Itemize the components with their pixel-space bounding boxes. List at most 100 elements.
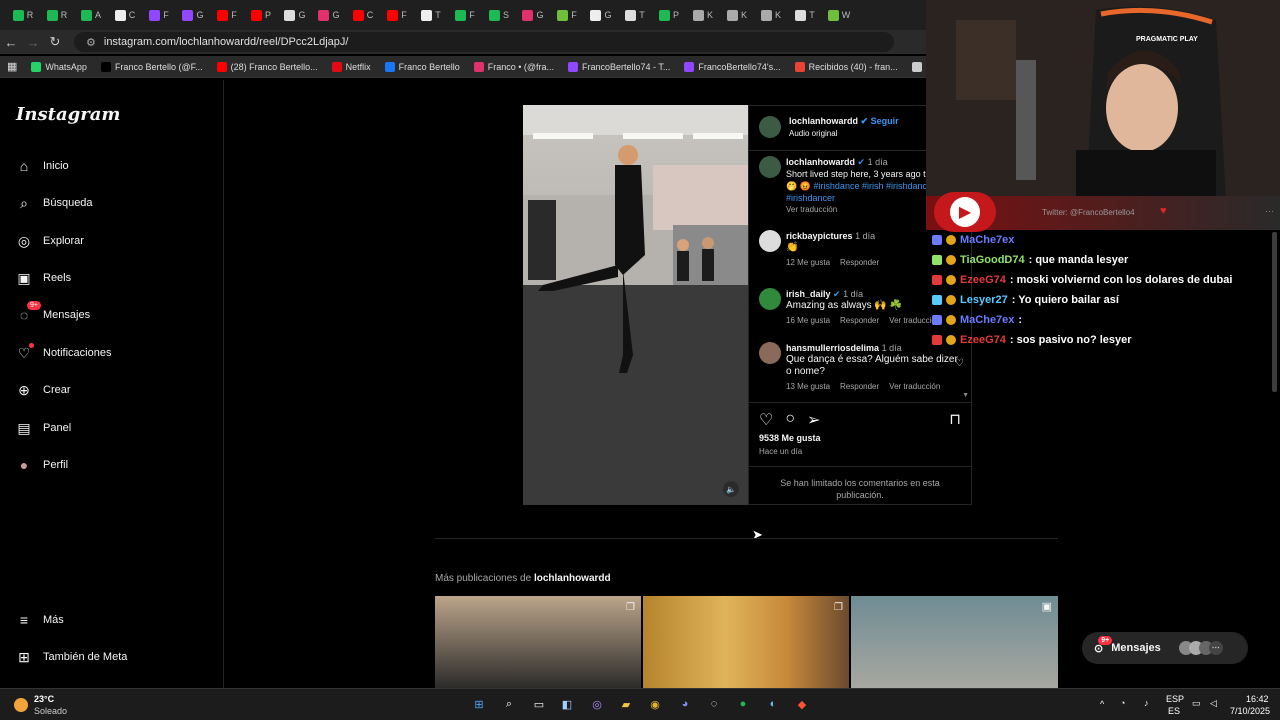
bookmark[interactable]: WhatsApp bbox=[24, 61, 94, 72]
store-icon[interactable]: ◧ bbox=[558, 695, 576, 713]
audio-link[interactable]: Audio original bbox=[789, 129, 899, 138]
comment-avatar[interactable] bbox=[759, 342, 781, 364]
chat-username[interactable]: Lesyer27 bbox=[960, 294, 1008, 306]
browser-tab[interactable]: P bbox=[244, 0, 278, 30]
network-icon[interactable]: ▭ bbox=[1192, 698, 1201, 709]
sidebar-item-perfil[interactable]: ● Perfil bbox=[16, 457, 68, 473]
reel-video[interactable]: 🔈 bbox=[523, 105, 748, 505]
reply-button[interactable]: Responder bbox=[840, 257, 879, 269]
browser-tab[interactable]: G bbox=[312, 0, 346, 30]
browser-tab[interactable]: S bbox=[482, 0, 516, 30]
author-username[interactable]: lochlanhowardd bbox=[789, 116, 858, 126]
sidebar-item-busqueda[interactable]: ⌕ Búsqueda bbox=[16, 195, 92, 211]
bookmark[interactable]: FrancoBertello74 - T... bbox=[561, 61, 677, 72]
volume-icon[interactable]: ◁ bbox=[1210, 698, 1217, 709]
mic-icon[interactable]: ♪ bbox=[1144, 698, 1149, 708]
forward-icon[interactable]: → bbox=[22, 35, 44, 50]
browser-tab[interactable]: R bbox=[6, 0, 40, 30]
sidebar-item-panel[interactable]: ▤ Panel bbox=[16, 420, 71, 436]
mute-icon[interactable]: 🔈 bbox=[723, 481, 739, 497]
author-avatar[interactable] bbox=[759, 116, 781, 138]
browser-tab[interactable]: A bbox=[74, 0, 108, 30]
browser-tab[interactable]: C bbox=[108, 0, 142, 30]
translate-button[interactable]: Ver traducción bbox=[889, 381, 940, 393]
bookmark[interactable]: Netflix bbox=[325, 61, 378, 72]
follow-button[interactable]: Seguir bbox=[871, 116, 899, 126]
chat-username[interactable]: TiaGoodD74 bbox=[960, 254, 1025, 266]
sidebar-item-inicio[interactable]: ⌂ Inicio bbox=[16, 158, 69, 174]
share-icon[interactable]: ➢ bbox=[807, 410, 820, 430]
sidebar-item-notificaciones[interactable]: ♡ Notificaciones bbox=[16, 343, 111, 361]
comment-icon[interactable]: ○ bbox=[785, 410, 795, 430]
comment-username[interactable]: hansmullerriosdelima bbox=[786, 343, 879, 353]
browser-tab[interactable]: T bbox=[618, 0, 652, 30]
browser-tab[interactable]: K bbox=[754, 0, 788, 30]
chat-username[interactable]: MaChe7ex bbox=[960, 234, 1014, 246]
weather-temp[interactable]: 23°C bbox=[34, 694, 54, 704]
bookmark[interactable]: Franco Bertello (@F... bbox=[94, 61, 210, 72]
tray-chevron-icon[interactable]: ^ bbox=[1100, 699, 1104, 709]
bookmark[interactable]: Franco Bertello bbox=[378, 61, 467, 72]
sidebar-item-reels[interactable]: ▣ Reels bbox=[16, 270, 71, 286]
task-view-icon[interactable]: ▭ bbox=[530, 695, 548, 713]
comment-avatar[interactable] bbox=[759, 230, 781, 252]
discord-icon[interactable]: ◕ bbox=[676, 695, 694, 713]
browser-tab[interactable]: G bbox=[278, 0, 312, 30]
address-bar[interactable]: ⚙ instagram.com/lochlanhowardd/reel/DPcc… bbox=[74, 32, 894, 52]
browser-tab[interactable]: F bbox=[380, 0, 414, 30]
browser-tab[interactable]: T bbox=[788, 0, 822, 30]
bookmark[interactable]: Franco • (@fra... bbox=[467, 61, 561, 72]
comment-likes[interactable]: 12 Me gusta bbox=[786, 257, 830, 269]
obs-icon[interactable]: ◌ bbox=[705, 695, 723, 713]
chat-username[interactable]: EzeeG74 bbox=[960, 334, 1006, 346]
site-info-icon[interactable]: ⚙ bbox=[86, 36, 96, 49]
likes-count[interactable]: 9538 Me gusta bbox=[759, 433, 821, 443]
comment-likes[interactable]: 16 Me gusta bbox=[786, 315, 830, 327]
steam-icon[interactable]: ◐ bbox=[764, 695, 782, 713]
instagram-logo[interactable]: Instagram bbox=[16, 104, 120, 125]
also-from-meta-button[interactable]: ⊞ También de Meta bbox=[16, 649, 127, 665]
lang-code[interactable]: ESP bbox=[1166, 694, 1184, 704]
brave-icon[interactable]: ◆ bbox=[793, 695, 811, 713]
browser-tab[interactable]: K bbox=[720, 0, 754, 30]
chat-username[interactable]: EzeeG74 bbox=[960, 274, 1006, 286]
browser-tab[interactable]: W bbox=[822, 0, 856, 30]
browser-tab[interactable]: C bbox=[346, 0, 380, 30]
browser-tab[interactable]: G bbox=[584, 0, 618, 30]
caption-avatar[interactable] bbox=[759, 156, 781, 178]
browser-tab[interactable]: T bbox=[414, 0, 448, 30]
reply-button[interactable]: Responder bbox=[840, 381, 879, 393]
comment-username[interactable]: irish_daily bbox=[786, 289, 831, 299]
browser-tab[interactable]: R bbox=[40, 0, 74, 30]
spotify-icon[interactable]: ● bbox=[734, 695, 752, 713]
post-thumbnail[interactable]: ▣ bbox=[851, 596, 1058, 688]
sidebar-item-crear[interactable]: ⊕ Crear bbox=[16, 382, 70, 398]
scroll-down-arrow[interactable]: ▼ bbox=[962, 392, 969, 399]
browser-tab[interactable]: G bbox=[516, 0, 550, 30]
chrome-icon[interactable]: ◉ bbox=[646, 695, 664, 713]
chat-scrollbar[interactable] bbox=[1272, 232, 1277, 392]
browser-tab[interactable]: P bbox=[652, 0, 686, 30]
bookmark[interactable]: FrancoBertello74's... bbox=[677, 61, 787, 72]
tray-app-icon[interactable]: ◔ bbox=[1120, 698, 1125, 708]
chat-username[interactable]: MaChe7ex bbox=[960, 314, 1014, 326]
bookmark[interactable]: (28) Franco Bertello... bbox=[210, 61, 325, 72]
cortana-icon[interactable]: ◎ bbox=[588, 695, 606, 713]
clock-time[interactable]: 16:42 bbox=[1246, 694, 1269, 704]
reply-button[interactable]: Responder bbox=[840, 315, 879, 327]
caption-tags[interactable]: #irishdance #irish #irishdanc bbox=[813, 181, 927, 191]
browser-tab[interactable]: F bbox=[448, 0, 482, 30]
browser-tab[interactable]: F bbox=[142, 0, 176, 30]
caption-username[interactable]: lochlanhowardd bbox=[786, 157, 855, 167]
comment-username[interactable]: rickbaypictures bbox=[786, 231, 853, 241]
browser-tab[interactable]: F bbox=[210, 0, 244, 30]
apps-icon[interactable]: ▦ bbox=[0, 60, 24, 73]
sidebar-item-mensajes[interactable]: ◌ 9+ Mensajes bbox=[16, 301, 90, 323]
more-button[interactable]: ≡ Más bbox=[16, 612, 64, 628]
back-icon[interactable]: ← bbox=[0, 35, 22, 50]
messages-pill[interactable]: ⊙ 9+ Mensajes ⋯ bbox=[1082, 632, 1248, 664]
browser-tab[interactable]: G bbox=[176, 0, 210, 30]
browser-tab[interactable]: F bbox=[550, 0, 584, 30]
comment-likes[interactable]: 13 Me gusta bbox=[786, 381, 830, 393]
post-thumbnail[interactable]: ❐ bbox=[435, 596, 641, 688]
